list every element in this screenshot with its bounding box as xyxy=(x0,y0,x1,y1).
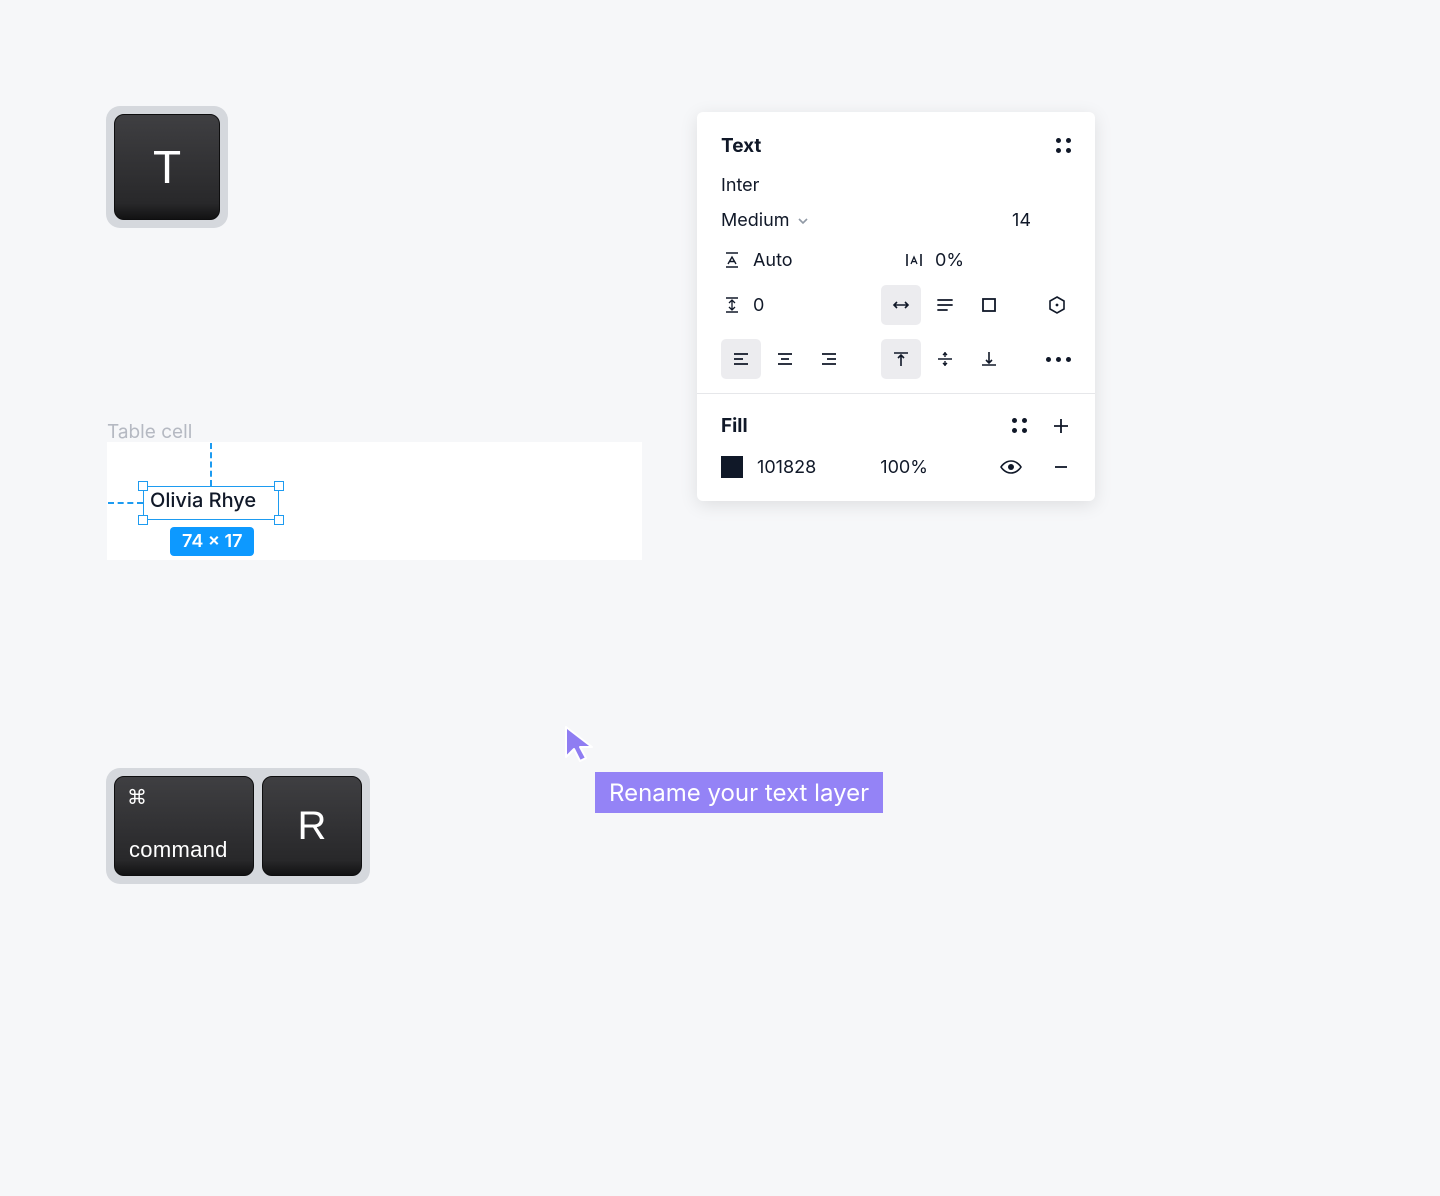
selection-handle-bl[interactable] xyxy=(138,515,148,525)
keycap-combo-cmd-r: ⌘ command R xyxy=(106,768,370,884)
rename-tooltip: Rename your text layer xyxy=(595,772,883,813)
vertical-align-top-button[interactable] xyxy=(881,339,921,379)
letter-spacing-icon xyxy=(903,249,925,271)
fill-color-swatch[interactable] xyxy=(721,456,743,478)
text-styles-icon[interactable] xyxy=(1056,138,1071,153)
align-right-icon xyxy=(819,349,839,369)
fill-opacity[interactable]: 100% xyxy=(880,457,928,478)
auto-height-icon xyxy=(935,295,955,315)
selection-handle-tr[interactable] xyxy=(274,481,284,491)
resize-auto-width-button[interactable] xyxy=(881,285,921,325)
command-symbol: ⌘ xyxy=(127,785,147,810)
letter-spacing-field[interactable]: 0% xyxy=(903,249,1071,271)
multiplayer-cursor-icon xyxy=(560,723,598,765)
valign-middle-icon xyxy=(935,349,955,369)
font-family-field[interactable]: Inter xyxy=(721,175,1071,196)
properties-panel: Text Inter Medium 14 Auto 0% xyxy=(697,112,1095,501)
alignment-guide-vertical xyxy=(210,443,212,486)
resize-fixed-button[interactable] xyxy=(969,285,1009,325)
text-align-center-button[interactable] xyxy=(765,339,805,379)
text-align-right-button[interactable] xyxy=(809,339,849,379)
arrows-horizontal-icon xyxy=(891,295,911,315)
paragraph-spacing-value: 0 xyxy=(753,295,764,316)
fill-color-hex[interactable]: 101828 xyxy=(757,457,816,478)
panel-divider xyxy=(697,393,1095,394)
align-center-icon xyxy=(775,349,795,369)
vertical-align-middle-button[interactable] xyxy=(925,339,965,379)
keycap-t-label: T xyxy=(153,140,181,194)
command-label: command xyxy=(129,837,228,863)
more-options-button[interactable] xyxy=(1046,357,1071,362)
align-left-icon xyxy=(731,349,751,369)
font-size-field[interactable]: 14 xyxy=(1012,210,1071,231)
selected-text-layer[interactable]: Olivia Rhye xyxy=(150,488,256,512)
frame-label: Table cell xyxy=(107,420,192,443)
fill-styles-icon[interactable] xyxy=(1012,418,1027,433)
keycap-r: R xyxy=(262,776,362,876)
valign-bottom-icon xyxy=(979,349,999,369)
panel-section-title-fill: Fill xyxy=(721,414,748,437)
font-weight-value: Medium xyxy=(721,210,790,231)
type-settings-button[interactable] xyxy=(1043,285,1071,325)
selection-dimensions-badge: 74 × 17 xyxy=(170,527,254,556)
resize-auto-height-button[interactable] xyxy=(925,285,965,325)
add-fill-button[interactable] xyxy=(1051,416,1071,436)
chevron-down-icon xyxy=(796,214,810,228)
keycap-r-label: R xyxy=(298,804,327,849)
paragraph-spacing-icon xyxy=(721,294,743,316)
keycap-t: T xyxy=(106,106,228,228)
paragraph-spacing-field[interactable]: 0 xyxy=(721,294,861,316)
vertical-align-bottom-button[interactable] xyxy=(969,339,1009,379)
line-height-icon xyxy=(721,249,743,271)
selection-handle-br[interactable] xyxy=(274,515,284,525)
line-height-value: Auto xyxy=(753,250,793,271)
hexagon-icon xyxy=(1047,295,1067,315)
keycap-command: ⌘ command xyxy=(114,776,254,876)
keycap-t-face: T xyxy=(114,114,220,220)
line-height-field[interactable]: Auto xyxy=(721,249,889,271)
font-weight-field[interactable]: Medium xyxy=(721,210,810,231)
panel-section-title-text: Text xyxy=(721,134,761,157)
alignment-guide-horizontal xyxy=(108,502,143,504)
valign-top-icon xyxy=(891,349,911,369)
letter-spacing-value: 0% xyxy=(935,250,964,271)
fixed-size-icon xyxy=(979,295,999,315)
text-align-left-button[interactable] xyxy=(721,339,761,379)
visibility-toggle-icon[interactable] xyxy=(999,455,1023,479)
selection-handle-tl[interactable] xyxy=(138,481,148,491)
remove-fill-button[interactable] xyxy=(1051,457,1071,477)
